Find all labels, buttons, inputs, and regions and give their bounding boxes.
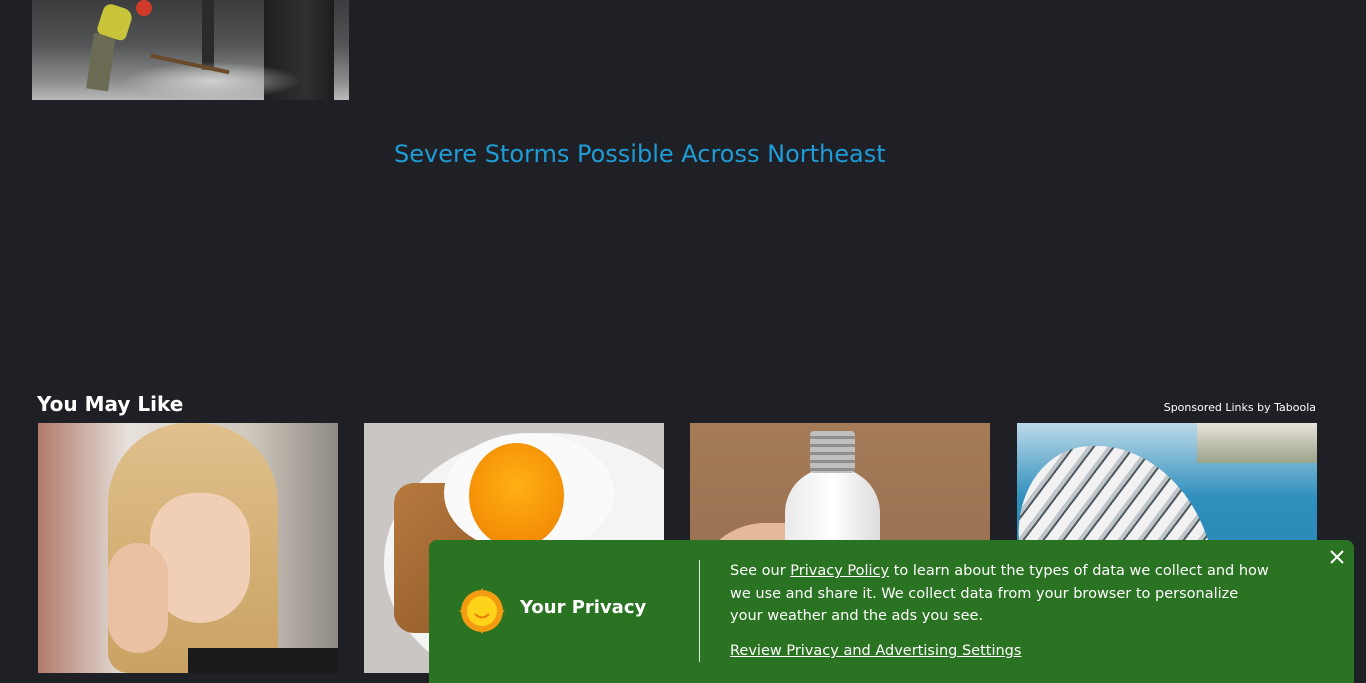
privacy-policy-link[interactable]: Privacy Policy xyxy=(790,563,889,579)
sponsored-links-label[interactable]: Sponsored Links by Taboola xyxy=(1164,401,1316,414)
you-may-like-heading: You May Like xyxy=(37,392,184,416)
review-settings-link[interactable]: Review Privacy and Advertising Settings xyxy=(730,643,1021,659)
storm-headline-link[interactable]: Severe Storms Possible Across Northeast xyxy=(394,140,886,168)
sun-icon xyxy=(459,588,505,634)
privacy-title: Your Privacy xyxy=(520,597,647,618)
privacy-divider xyxy=(699,560,700,662)
wildfire-firefighter-image[interactable] xyxy=(32,0,349,100)
privacy-text: See our Privacy Policy to learn about th… xyxy=(730,563,1269,624)
privacy-banner: Your Privacy See our Privacy Policy to l… xyxy=(429,540,1354,683)
recommended-card-1[interactable] xyxy=(38,423,338,673)
close-icon[interactable] xyxy=(1328,548,1346,566)
